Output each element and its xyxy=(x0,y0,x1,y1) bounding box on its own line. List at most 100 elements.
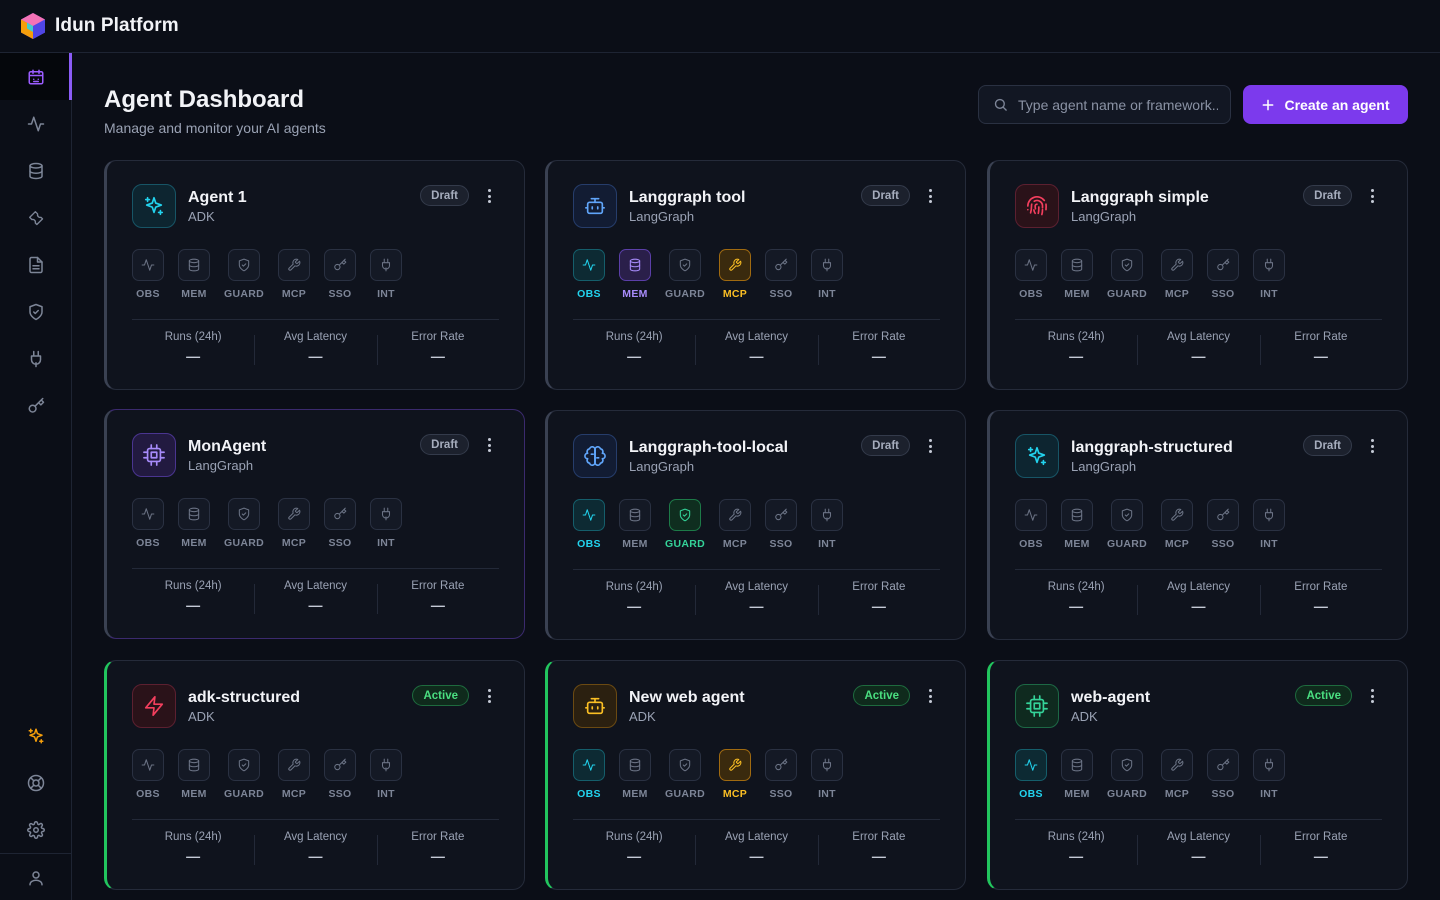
capability-mcp[interactable]: MCP xyxy=(1161,499,1193,550)
capability-guard[interactable]: GUARD xyxy=(1107,249,1147,300)
capability-guard-box[interactable] xyxy=(669,249,701,281)
capability-guard[interactable]: GUARD xyxy=(1107,749,1147,800)
agent-name[interactable]: Agent 1 xyxy=(188,189,247,207)
capability-obs-box[interactable] xyxy=(573,499,605,531)
capability-obs[interactable]: OBS xyxy=(132,498,164,549)
capability-int[interactable]: INT xyxy=(370,498,402,549)
agent-card-agent-1[interactable]: Agent 1 ADK Draft OBS MEM GUARD MCP SSO INT Runs … xyxy=(104,160,525,390)
capability-mcp[interactable]: MCP xyxy=(1161,749,1193,800)
capability-obs[interactable]: OBS xyxy=(132,249,164,300)
agent-card-langgraph-tool-local[interactable]: Langgraph-tool-local LangGraph Draft OBS MEM… xyxy=(545,410,966,640)
capability-obs-box[interactable] xyxy=(132,749,164,781)
capability-mem-box[interactable] xyxy=(1061,249,1093,281)
capability-obs[interactable]: OBS xyxy=(573,749,605,800)
capability-guard[interactable]: GUARD xyxy=(665,499,705,550)
capability-sso-box[interactable] xyxy=(324,749,356,781)
capability-mem[interactable]: MEM xyxy=(1061,749,1093,800)
capability-sso-box[interactable] xyxy=(324,498,356,530)
capability-obs-box[interactable] xyxy=(1015,249,1047,281)
capability-guard[interactable]: GUARD xyxy=(665,249,705,300)
capability-obs-box[interactable] xyxy=(1015,749,1047,781)
capability-mcp[interactable]: MCP xyxy=(719,749,751,800)
capability-mcp-box[interactable] xyxy=(719,499,751,531)
capability-mcp[interactable]: MCP xyxy=(278,749,310,800)
capability-int-box[interactable] xyxy=(811,749,843,781)
capability-int[interactable]: INT xyxy=(811,749,843,800)
capability-int[interactable]: INT xyxy=(370,749,402,800)
agent-card-monagent[interactable]: MonAgent LangGraph Draft OBS MEM GUARD MCP SSO I… xyxy=(104,409,525,639)
capability-guard[interactable]: GUARD xyxy=(224,749,264,800)
capability-mem[interactable]: MEM xyxy=(619,249,651,300)
agent-name[interactable]: New web agent xyxy=(629,689,745,707)
capability-int[interactable]: INT xyxy=(370,249,402,300)
capability-guard-box[interactable] xyxy=(669,499,701,531)
capability-mem-box[interactable] xyxy=(1061,749,1093,781)
agent-card-langgraph-tool[interactable]: Langgraph tool LangGraph Draft OBS MEM GUARD M… xyxy=(545,160,966,390)
agent-name[interactable]: Langgraph tool xyxy=(629,189,745,207)
sidebar-item-tools[interactable] xyxy=(0,194,71,241)
agent-name[interactable]: web-agent xyxy=(1071,689,1150,707)
capability-guard-box[interactable] xyxy=(1111,749,1143,781)
capability-mcp[interactable]: MCP xyxy=(719,499,751,550)
more-options-icon[interactable] xyxy=(481,187,497,205)
more-options-icon[interactable] xyxy=(922,687,938,705)
sidebar-item-whats-new[interactable] xyxy=(0,712,71,759)
more-options-icon[interactable] xyxy=(481,687,497,705)
capability-guard[interactable]: GUARD xyxy=(224,498,264,549)
sidebar-item-memory[interactable] xyxy=(0,147,71,194)
capability-guard[interactable]: GUARD xyxy=(1107,499,1147,550)
capability-guard-box[interactable] xyxy=(228,749,260,781)
capability-int-box[interactable] xyxy=(811,499,843,531)
capability-sso[interactable]: SSO xyxy=(324,749,356,800)
capability-guard-box[interactable] xyxy=(228,249,260,281)
agent-card-web-agent[interactable]: web-agent ADK Active OBS MEM GUARD MCP SSO INT Ru… xyxy=(987,660,1408,890)
capability-sso-box[interactable] xyxy=(765,499,797,531)
capability-mem-box[interactable] xyxy=(178,249,210,281)
agent-name[interactable]: MonAgent xyxy=(188,438,266,456)
agent-name[interactable]: Langgraph simple xyxy=(1071,189,1209,207)
capability-int-box[interactable] xyxy=(370,749,402,781)
capability-mcp-box[interactable] xyxy=(1161,499,1193,531)
capability-sso[interactable]: SSO xyxy=(1207,499,1239,550)
capability-obs-box[interactable] xyxy=(573,749,605,781)
capability-mcp[interactable]: MCP xyxy=(1161,249,1193,300)
sidebar-item-integrations[interactable] xyxy=(0,335,71,382)
capability-obs[interactable]: OBS xyxy=(573,499,605,550)
capability-sso[interactable]: SSO xyxy=(765,249,797,300)
capability-mem-box[interactable] xyxy=(619,499,651,531)
search-input[interactable] xyxy=(1018,96,1218,113)
capability-int-box[interactable] xyxy=(1253,749,1285,781)
search-box[interactable] xyxy=(978,85,1231,124)
capability-int-box[interactable] xyxy=(370,249,402,281)
capability-sso[interactable]: SSO xyxy=(324,249,356,300)
capability-mcp-box[interactable] xyxy=(719,749,751,781)
capability-mcp-box[interactable] xyxy=(278,498,310,530)
capability-mem[interactable]: MEM xyxy=(619,749,651,800)
capability-int[interactable]: INT xyxy=(811,249,843,300)
capability-mcp-box[interactable] xyxy=(1161,749,1193,781)
sidebar-item-agents[interactable] xyxy=(0,53,72,100)
capability-obs[interactable]: OBS xyxy=(1015,249,1047,300)
agent-card-adk-structured[interactable]: adk-structured ADK Active OBS MEM GUARD MCP SSO… xyxy=(104,660,525,890)
sidebar-item-settings[interactable] xyxy=(0,806,71,853)
capability-guard-box[interactable] xyxy=(669,749,701,781)
capability-mem[interactable]: MEM xyxy=(178,749,210,800)
capability-obs-box[interactable] xyxy=(132,498,164,530)
capability-sso[interactable]: SSO xyxy=(765,499,797,550)
capability-guard-box[interactable] xyxy=(1111,249,1143,281)
capability-sso-box[interactable] xyxy=(1207,499,1239,531)
more-options-icon[interactable] xyxy=(1364,687,1380,705)
capability-mem[interactable]: MEM xyxy=(178,249,210,300)
agent-name[interactable]: adk-structured xyxy=(188,689,300,707)
capability-mcp-box[interactable] xyxy=(278,249,310,281)
capability-obs[interactable]: OBS xyxy=(132,749,164,800)
capability-mcp-box[interactable] xyxy=(719,249,751,281)
capability-sso-box[interactable] xyxy=(324,249,356,281)
agent-card-new-web-agent[interactable]: New web agent ADK Active OBS MEM GUARD MCP SSO I… xyxy=(545,660,966,890)
capability-sso-box[interactable] xyxy=(1207,249,1239,281)
capability-mem-box[interactable] xyxy=(178,498,210,530)
capability-mem[interactable]: MEM xyxy=(619,499,651,550)
capability-mem-box[interactable] xyxy=(178,749,210,781)
create-agent-button[interactable]: Create an agent xyxy=(1243,85,1408,124)
capability-sso[interactable]: SSO xyxy=(324,498,356,549)
